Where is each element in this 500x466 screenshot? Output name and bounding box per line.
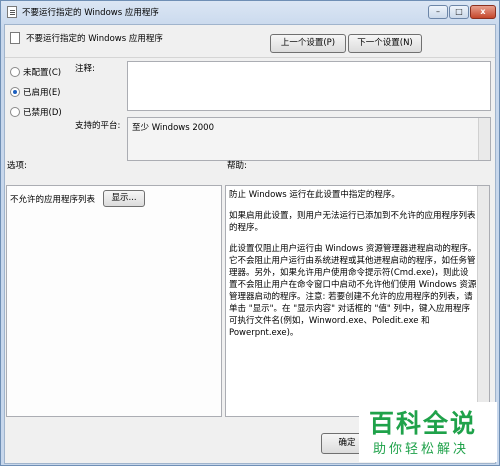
radio-not-configured[interactable] [10,67,20,77]
window-title: 不要运行指定的 Windows 应用程序 [22,8,159,18]
radio-label-not-configured: 未配置(C) [23,68,62,78]
platform-scrollbar[interactable] [478,118,490,160]
help-label: 帮助: [227,161,247,171]
options-panel: 不允许的应用程序列表 显示... [6,185,222,417]
close-icon: x [480,7,486,16]
help-scrollbar[interactable] [477,186,489,416]
policy-header-icon [10,32,20,44]
comment-label: 注释: [75,64,95,74]
maximize-button[interactable]: □ [449,5,469,19]
radio-disabled[interactable] [10,107,20,117]
radio-label-disabled: 已禁用(D) [23,108,62,118]
help-paragraph-2: 如果启用此设置，则用户无法运行已添加到不允许的应用程序列表的程序。 [229,211,476,233]
platform-label: 支持的平台: [75,121,121,131]
header-divider [5,57,495,58]
minimize-icon: – [436,7,440,16]
help-paragraph-1: 防止 Windows 运行在此设置中指定的程序。 [229,190,400,200]
title-bar[interactable]: 不要运行指定的 Windows 应用程序 – □ x [1,1,499,23]
platform-field: 至少 Windows 2000 [127,117,491,161]
disallowed-apps-label: 不允许的应用程序列表 [10,195,96,205]
policy-document-icon [7,6,17,18]
help-text: 防止 Windows 运行在此设置中指定的程序。 如果启用此设置，则用户无法运行… [229,189,477,348]
watermark-logo: 百科全说 助你轻松解决 [359,402,497,462]
previous-setting-button[interactable]: 上一个设置(P) [270,34,346,53]
watermark-sub: 助你轻松解决 [373,442,470,457]
help-paragraph-3: 此设置仅阻止用户运行由 Windows 资源管理器进程启动的程序。它不会阻止用户… [229,244,477,338]
radio-label-enabled: 已启用(E) [23,88,61,98]
maximize-icon: □ [455,7,463,16]
policy-name: 不要运行指定的 Windows 应用程序 [26,34,163,44]
minimize-button[interactable]: – [428,5,448,19]
platform-value: 至少 Windows 2000 [132,123,214,133]
policy-dialog-window: 不要运行指定的 Windows 应用程序 – □ x 不要运行指定的 Windo… [0,0,500,466]
watermark-main: 百科全说 [369,409,478,438]
next-setting-button[interactable]: 下一个设置(N) [348,34,422,53]
options-label: 选项: [7,161,27,171]
show-list-button[interactable]: 显示... [103,190,145,207]
help-panel: 防止 Windows 运行在此设置中指定的程序。 如果启用此设置，则用户无法运行… [225,185,490,417]
radio-enabled[interactable] [10,87,20,97]
comment-textarea[interactable] [127,61,491,111]
close-button[interactable]: x [470,5,496,19]
dialog-client-area: 不要运行指定的 Windows 应用程序 上一个设置(P) 下一个设置(N) 未… [4,24,496,464]
